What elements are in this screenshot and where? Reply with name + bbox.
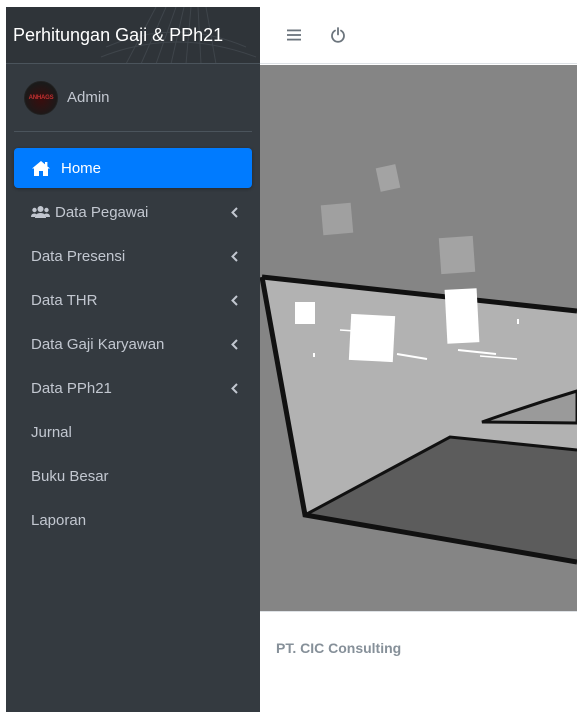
sidebar-item-label: Data Gaji Karyawan [31,335,165,353]
sidebar-item-label: Data THR [31,291,98,309]
sidebar-item-label: Laporan [31,511,87,529]
home-icon [31,160,53,177]
sidebar-toggle-button[interactable] [282,23,306,47]
sidebar-item-data-pph21[interactable]: Data PPh21 [14,368,252,408]
sidebar: Perhitungan Gaji & PPh21 ANHAGS Admin Ho… [6,7,260,712]
users-icon [31,205,51,219]
sidebar-item-label: Data PPh21 [31,379,112,397]
footer-company: PT. CIC Consulting [276,640,402,656]
sidebar-item-label: Home [61,159,102,177]
top-navbar [260,7,577,64]
content-area [260,65,577,611]
app-window: Perhitungan Gaji & PPh21 ANHAGS Admin Ho… [0,0,577,712]
avatar-logo-text: ANHAGS [28,94,54,101]
brand-title: Perhitungan Gaji & PPh21 [13,24,224,45]
sidebar-item-label: Data Pegawai [55,203,149,221]
chevron-left-icon [228,338,238,350]
logout-button[interactable] [326,23,350,47]
user-name[interactable]: Admin [67,89,110,106]
brand-link[interactable]: Perhitungan Gaji & PPh21 [6,7,260,64]
sidebar-item-buku-besar[interactable]: Buku Besar [14,456,252,496]
hamburger-icon [287,29,301,41]
chevron-left-icon [228,206,238,218]
sidebar-item-data-thr[interactable]: Data THR [14,280,252,320]
avatar[interactable]: ANHAGS [24,80,58,115]
sidebar-nav: Home Data Pegawai Data Presensi Data THR… [6,148,260,540]
chevron-left-icon [228,294,238,306]
sidebar-item-data-gaji-karyawan[interactable]: Data Gaji Karyawan [14,324,252,364]
sidebar-item-data-pegawai[interactable]: Data Pegawai [14,192,252,232]
sidebar-item-label: Data Presensi [31,247,126,265]
user-panel[interactable]: ANHAGS Admin [14,64,252,132]
sidebar-item-data-presensi[interactable]: Data Presensi [14,236,252,276]
sidebar-item-laporan[interactable]: Laporan [14,500,252,540]
sidebar-item-home[interactable]: Home [14,148,252,188]
background-illustration [260,65,577,611]
power-icon [331,27,345,43]
chevron-left-icon [228,382,238,394]
sidebar-item-label: Buku Besar [31,467,109,485]
chevron-left-icon [228,250,238,262]
sidebar-item-jurnal[interactable]: Jurnal [14,412,252,452]
sidebar-item-label: Jurnal [31,423,72,441]
footer: PT. CIC Consulting [260,611,577,712]
